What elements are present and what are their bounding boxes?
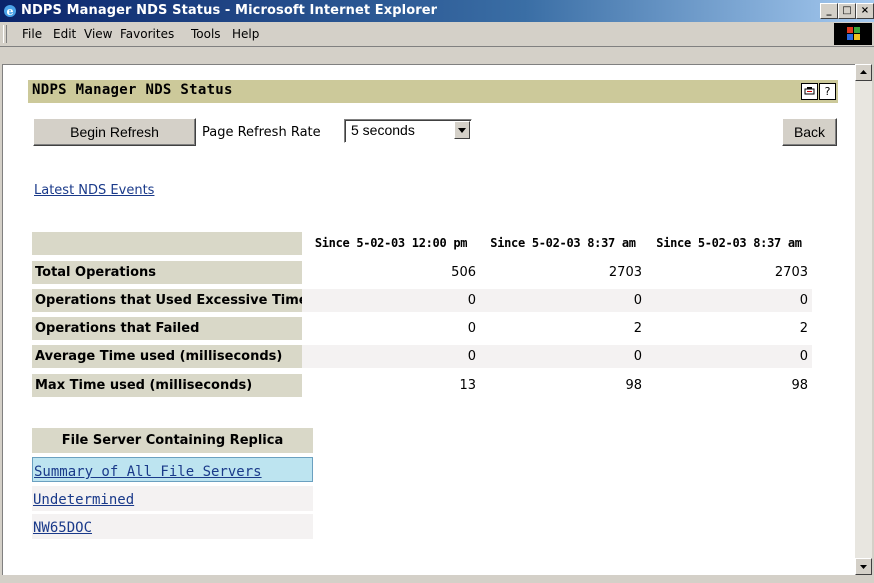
stats-cell: 98 [625,378,642,393]
refresh-rate-value: 5 seconds [351,122,415,138]
file-server-link[interactable]: NW65DOC [33,520,92,536]
chevron-down-icon[interactable] [454,121,470,139]
menu-favorites[interactable]: Favorites [120,27,174,41]
stats-cell: 0 [480,289,646,312]
menu-help[interactable]: Help [232,27,259,41]
stats-col-header: Since 5-02-03 8:37 am [656,236,802,250]
refresh-rate-label: Page Refresh Rate [202,125,321,140]
stats-header-corner [32,232,302,255]
stats-cell: 0 [467,321,476,336]
stats-cell: 506 [451,265,476,280]
stats-cell: 98 [791,378,808,393]
toolbar-grip[interactable] [3,25,7,43]
stats-row-label: Max Time used (milliseconds) [32,374,302,397]
list-item[interactable]: Undetermined [32,486,313,511]
stats-col-header: Since 5-02-03 8:37 am [490,236,636,250]
svg-text:e: e [7,5,14,18]
begin-refresh-button[interactable]: Begin Refresh [33,118,196,146]
list-item[interactable]: Summary of All File Servers Accessed [32,457,313,507]
scroll-down-button[interactable] [855,558,872,575]
menu-bar: File Edit View Favorites Tools Help [0,22,874,47]
ie-icon: e [4,5,16,18]
stats-row-label: Total Operations [32,261,302,284]
stats-cell: 2703 [774,265,808,280]
list-item[interactable]: NW65DOC [32,514,313,539]
vertical-scrollbar[interactable] [855,64,872,575]
menu-edit[interactable]: Edit [53,27,76,41]
window-frame-bottom [0,575,874,583]
menu-file[interactable]: File [22,27,42,41]
stats-cell: 2 [633,321,642,336]
stats-cell: 2 [799,321,808,336]
menu-view[interactable]: View [84,27,112,41]
stats-cell: 0 [302,289,480,312]
windows-logo-icon [834,23,872,45]
stats-cell: 0 [480,345,646,368]
maximize-button[interactable]: □ [838,3,856,19]
window-title: NDPS Manager NDS Status - Microsoft Inte… [21,3,438,18]
file-server-header: File Server Containing Replica [32,428,313,453]
file-server-link[interactable]: Undetermined [33,492,134,508]
stats-col-header: Since 5-02-03 12:00 pm [314,236,468,250]
back-button[interactable]: Back [782,118,837,146]
minimize-button[interactable]: _ [820,3,838,19]
stats-cell: 2703 [608,265,642,280]
printer-icon[interactable] [801,83,818,100]
stats-cell: 13 [459,378,476,393]
menu-tools[interactable]: Tools [191,27,221,41]
title-bar: e NDPS Manager NDS Status - Microsoft In… [0,0,874,22]
scroll-up-button[interactable] [855,64,872,81]
stats-cell: 0 [646,289,812,312]
close-button[interactable]: × [856,3,874,19]
latest-nds-events-link[interactable]: Latest NDS Events [34,183,154,198]
page-title: NDPS Manager NDS Status [32,82,233,98]
stats-row-label: Average Time used (milliseconds) [32,345,302,368]
refresh-rate-select[interactable]: 5 seconds [344,119,472,143]
help-icon[interactable]: ? [819,83,836,100]
stats-row-label: Operations that Failed [32,317,302,340]
stats-cell: 0 [302,345,480,368]
stats-row-label: Operations that Used Excessive Time [32,289,302,312]
stats-cell: 0 [646,345,812,368]
